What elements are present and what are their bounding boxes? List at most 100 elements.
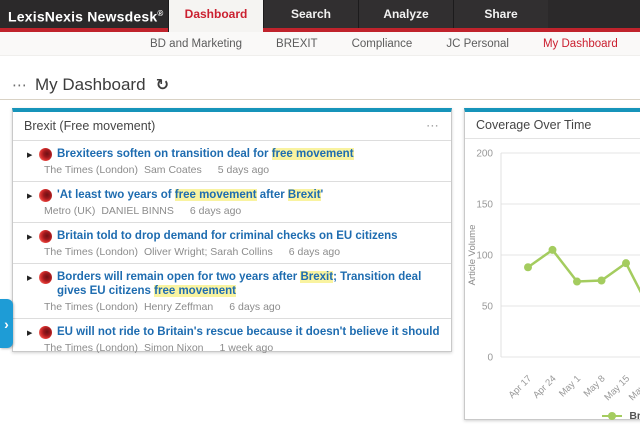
title-text: EU will not ride to Britain's rescue bec…: [57, 326, 440, 338]
list-item: ▶ Britain told to drop demand for crimina…: [13, 222, 451, 263]
subnav-jc-personal[interactable]: JC Personal: [446, 38, 509, 50]
y-tick-label: 200: [476, 149, 493, 160]
search-term-highlight: free movement: [154, 285, 236, 297]
article-source: The Times (London): [44, 164, 138, 176]
article-age: 1 week ago: [219, 342, 274, 354]
refresh-icon[interactable]: ↻: [156, 75, 169, 95]
chart-point[interactable]: [548, 245, 557, 254]
source-logo-icon[interactable]: [39, 326, 52, 339]
article-age: 5 days ago: [217, 164, 270, 176]
y-tick-label: 50: [482, 302, 494, 313]
chart-point[interactable]: [622, 259, 630, 268]
article-link[interactable]: 'At least two years of free movement aft…: [57, 188, 441, 202]
title-text: after: [256, 189, 288, 201]
main-tabs: Dashboard Search Analyze Share: [168, 0, 548, 32]
article-author: Oliver Wright; Sarah Collins: [143, 246, 273, 258]
article-byline: Metro (UK) DANIEL BINNS 6 days ago: [44, 205, 441, 217]
app-window: LexisNexis Newsdesk® Dashboard Search An…: [0, 0, 640, 425]
search-term-highlight: free movement: [174, 189, 257, 201]
list-item: ▶ 'At least two years of free movement af…: [13, 181, 451, 222]
dashboard-header: ⋯ My Dashboard ↻: [0, 56, 640, 100]
title-text: Brexiteers soften on transition deal for: [57, 148, 272, 160]
list-item: ▶ EU will not ride to Britain's rescue be…: [13, 318, 451, 359]
article-link[interactable]: Brexiteers soften on transition deal for…: [57, 147, 441, 161]
article-byline: The Times (London) Sam Coates 5 days ago: [44, 164, 441, 176]
top-nav: LexisNexis Newsdesk® Dashboard Search An…: [0, 0, 640, 32]
y-tick-label: 100: [476, 251, 493, 262]
article-source: The Times (London): [44, 246, 138, 258]
news-widget-title: Brexit (Free movement): [24, 119, 156, 133]
search-term-highlight: free movement: [271, 148, 354, 160]
subnav-brexit[interactable]: BREXIT: [276, 38, 318, 50]
news-widget-menu-icon[interactable]: ⋯: [426, 118, 439, 134]
coverage-widget-header: Coverage Over Time: [465, 112, 640, 139]
brand-name: LexisNexis Newsdesk: [8, 8, 158, 25]
y-tick-label: 0: [487, 353, 493, 364]
title-text: Borders will remain open for two years a…: [57, 271, 301, 283]
expander-icon[interactable]: ▶: [27, 147, 39, 176]
article-byline: The Times (London) Simon Nixon 1 week ago: [44, 342, 441, 354]
subnav-bd-and-marketing[interactable]: BD and Marketing: [150, 38, 242, 50]
subnav-compliance[interactable]: Compliance: [352, 38, 413, 50]
article-age: 6 days ago: [288, 246, 341, 258]
tab-dashboard[interactable]: Dashboard: [168, 0, 263, 32]
article-author: Simon Nixon: [143, 342, 204, 354]
news-widget: Brexit (Free movement) ⋯ ▶ Brexiteers sof…: [12, 108, 452, 354]
tab-share[interactable]: Share: [453, 0, 548, 28]
source-logo-icon[interactable]: [39, 230, 52, 243]
dashboard-menu-icon[interactable]: ⋯: [12, 76, 27, 94]
expander-icon[interactable]: ▶: [27, 229, 39, 258]
chart-point[interactable]: [573, 277, 581, 286]
article-body: Britain told to drop demand for criminal…: [44, 229, 441, 258]
y-axis-label: Article Volume: [467, 225, 478, 286]
legend-marker-icon: [602, 412, 623, 420]
article-author: DANIEL BINNS: [101, 205, 174, 217]
chart-area: 0 50 100 150 200 Article Volume Apr 17 Apr 24 Ma…: [465, 139, 640, 422]
chart-point[interactable]: [524, 263, 532, 272]
expander-icon[interactable]: ▶: [27, 325, 39, 354]
article-age: 6 days ago: [189, 205, 242, 217]
list-item: ▶ Borders will remain open for two years …: [13, 263, 451, 318]
list-item: ▶ Brexiteers soften on transition deal fo…: [13, 141, 451, 181]
coverage-chart: 050100150200Article VolumeApr 17Apr 24Ma…: [467, 149, 640, 403]
registered-mark: ®: [157, 9, 164, 18]
coverage-widget: Coverage Over Time 0 50 100 150 200 Article V…: [464, 108, 640, 422]
page-title: My Dashboard: [35, 74, 146, 94]
title-text: 'At least two years of: [57, 189, 175, 201]
x-tick-label: May 15: [602, 373, 632, 403]
article-link[interactable]: EU will not ride to Britain's rescue bec…: [57, 325, 441, 339]
title-text: ': [320, 189, 324, 201]
x-tick-label: Apr 17: [507, 373, 535, 401]
coverage-widget-title: Coverage Over Time: [476, 118, 592, 132]
expander-icon[interactable]: ▶: [27, 188, 39, 217]
chart-legend: Brexit (Free movement): [465, 410, 640, 422]
title-text: Britain told to drop demand for criminal…: [57, 230, 398, 242]
tab-analyze[interactable]: Analyze: [358, 0, 453, 28]
tab-search[interactable]: Search: [263, 0, 358, 28]
x-tick-label: May 1: [557, 373, 583, 399]
article-link[interactable]: Borders will remain open for two years a…: [57, 270, 441, 298]
source-logo-icon[interactable]: [39, 189, 52, 202]
article-byline: The Times (London) Henry Zeffman 6 days ag…: [44, 301, 441, 313]
source-logo-icon[interactable]: [39, 271, 52, 284]
x-tick-label: Apr 24: [531, 373, 559, 401]
article-source: Metro (UK): [44, 205, 96, 217]
chart-line: [527, 248, 640, 294]
article-body: 'At least two years of free movement aft…: [44, 188, 441, 217]
legend-label: Brexit (Free movement): [629, 410, 640, 422]
article-body: EU will not ride to Britain's rescue bec…: [44, 325, 441, 354]
chart-point[interactable]: [597, 276, 606, 285]
subnav-my-dashboard[interactable]: My Dashboard: [543, 38, 618, 50]
article-source: The Times (London): [44, 342, 138, 354]
search-term-highlight: Brexit: [300, 271, 334, 283]
article-author: Sam Coates: [143, 164, 202, 176]
expander-icon[interactable]: ▶: [27, 270, 39, 313]
article-author: Henry Zeffman: [143, 301, 214, 313]
article-link[interactable]: Britain told to drop demand for criminal…: [57, 229, 441, 243]
dashboard-subnav: BD and Marketing BREXIT Compliance JC Pe…: [0, 32, 640, 56]
news-widget-header: Brexit (Free movement) ⋯: [13, 112, 451, 141]
sidebar-flyout-handle[interactable]: ›: [0, 299, 13, 348]
y-tick-label: 150: [476, 200, 493, 211]
source-logo-icon[interactable]: [39, 148, 52, 161]
article-body: Brexiteers soften on transition deal for…: [44, 147, 441, 176]
